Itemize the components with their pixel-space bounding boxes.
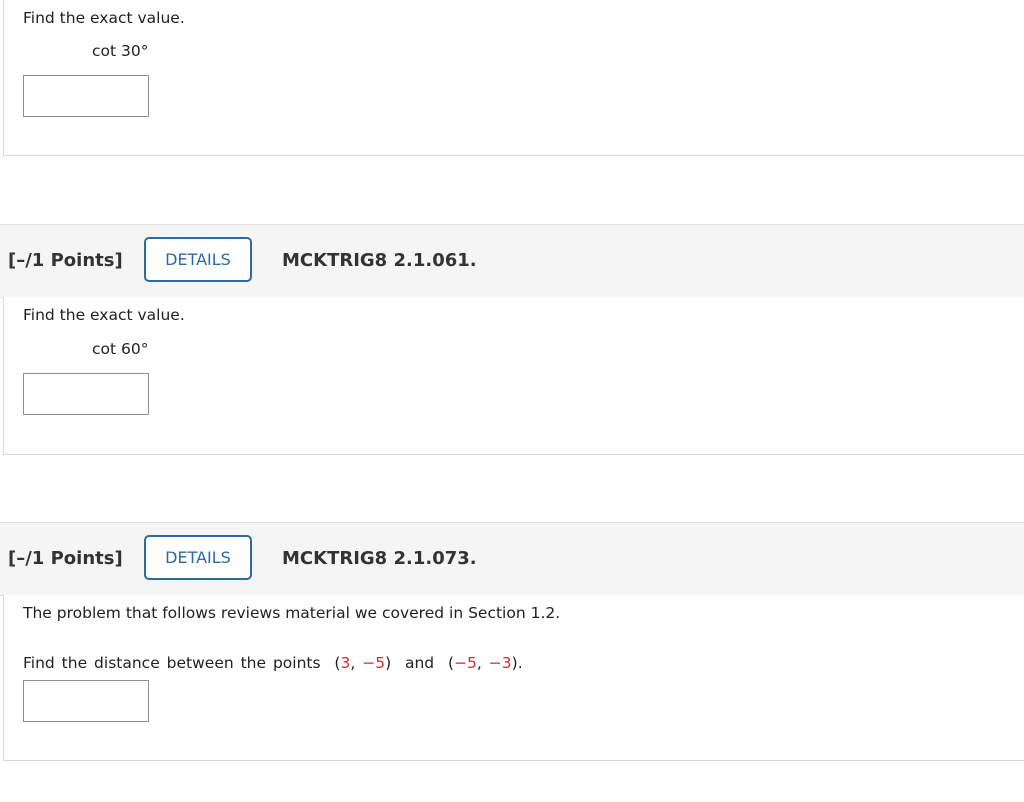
question-3-prompt-start: Find the distance between the points: [23, 654, 321, 672]
question-2-details-button[interactable]: DETAILS: [144, 237, 252, 282]
question-2-points: [–/1 Points]: [8, 250, 123, 271]
question-3-prompt-end: .: [517, 654, 523, 672]
question-1-prompt: Find the exact value.: [23, 9, 185, 27]
question-3-intro: The problem that follows reviews materia…: [23, 604, 561, 622]
question-2-header: [–/1 Points] DETAILS MCKTRIG8 2.1.061.: [0, 224, 1024, 298]
question-2-prompt: Find the exact value.: [23, 306, 185, 324]
question-1-body: Find the exact value. cot 30°: [3, 0, 1024, 156]
point-1-x: 3: [340, 654, 351, 672]
question-3-header: [–/1 Points] DETAILS MCKTRIG8 2.1.073.: [0, 522, 1024, 596]
question-3-details-button[interactable]: DETAILS: [144, 535, 252, 580]
question-3-answer-input[interactable]: [23, 680, 149, 722]
point-1-y: −5: [362, 654, 386, 672]
question-2-expression: cot 60°: [92, 340, 149, 358]
question-3-connector: and: [404, 654, 435, 672]
point-2-x: −5: [454, 654, 477, 672]
question-2-body: Find the exact value. cot 60°: [3, 297, 1024, 455]
question-3-points: [–/1 Points]: [8, 548, 123, 569]
question-3-body: The problem that follows reviews materia…: [3, 595, 1024, 761]
question-3-prompt: Find the distance between the points (3,…: [23, 654, 523, 672]
point-2-y: −3: [488, 654, 512, 672]
question-3-code: MCKTRIG8 2.1.073.: [282, 548, 477, 569]
question-1-answer-input[interactable]: [23, 75, 149, 117]
question-1-expression: cot 30°: [92, 42, 149, 60]
question-2-code: MCKTRIG8 2.1.061.: [282, 250, 477, 271]
question-2-answer-input[interactable]: [23, 373, 149, 415]
